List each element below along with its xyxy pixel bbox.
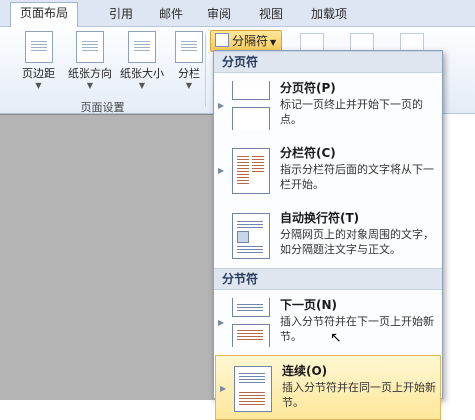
menu-item-desc: 标记一页终止并开始下一页的点。 (280, 98, 423, 126)
menu-item-title: 分页符(P) (280, 81, 336, 95)
tab-page-layout[interactable]: 页面布局 (10, 2, 79, 27)
menu-item-text-wrapping-break[interactable]: 自动换行符(T) 分隔网页上的对象周围的文字，如分隔题注文字与正文。 (214, 203, 442, 268)
columns-icon (175, 31, 203, 63)
menu-item-desc: 插入分节符并在下一页上开始新节。 (280, 315, 434, 343)
document-area (0, 115, 215, 400)
menu-item-column-break[interactable]: ▶ 分栏符(C) 指示分栏符后面的文字将从下一栏开始。 (214, 138, 442, 203)
chevron-down-icon: ▼ (270, 38, 277, 47)
breaks-button[interactable]: 分隔符 ▼ (210, 30, 282, 52)
chevron-down-icon: ▼ (86, 81, 94, 90)
menu-item-title: 下一页(N) (280, 298, 338, 312)
column-break-icon (226, 146, 274, 194)
menu-item-next-page[interactable]: ▶ 下一页(N) 插入分节符并在下一页上开始新节。 (214, 290, 442, 355)
next-page-break-icon (226, 298, 274, 347)
page-size-label: 纸张大小 (120, 67, 164, 80)
menu-item-desc: 分隔网页上的对象周围的文字，如分隔题注文字与正文。 (280, 228, 434, 256)
menu-item-title: 自动换行符(T) (280, 211, 360, 225)
menu-item-continuous[interactable]: ▶ 连续(O) 插入分节符并在同一页上开始新节。 (215, 355, 441, 420)
columns-button[interactable]: 分栏 ▼ (175, 31, 203, 90)
orientation-button[interactable]: 纸张方向 ▼ (68, 31, 112, 90)
mouse-cursor-icon: ↖ (330, 330, 342, 346)
menu-item-desc: 插入分节符并在同一页上开始新节。 (282, 381, 436, 409)
tab-references[interactable]: 引用 (100, 4, 142, 26)
breaks-dropdown-menu: 分页符 ▶ 分页符(P) 标记一页终止并开始下一页的点。 ▶ 分栏符(C) 指示… (213, 50, 443, 420)
breaks-label: 分隔符 (232, 34, 269, 48)
triangle-right-icon: ▶ (218, 101, 225, 110)
tab-addins[interactable]: 加载项 (302, 4, 356, 26)
chevron-down-icon: ▼ (185, 81, 193, 90)
margins-icon (24, 31, 53, 63)
menu-item-page-break[interactable]: ▶ 分页符(P) 标记一页终止并开始下一页的点。 (214, 73, 442, 138)
chevron-down-icon: ▼ (138, 81, 146, 90)
orientation-icon (76, 31, 104, 63)
triangle-right-icon: ▶ (220, 384, 227, 393)
page-size-icon (128, 31, 156, 63)
page-setup-group-label: 页面设置 (80, 101, 125, 114)
continuous-break-icon (228, 364, 276, 412)
menu-item-title: 分栏符(C) (280, 146, 336, 160)
orientation-label: 纸张方向 (68, 67, 112, 80)
tab-view[interactable]: 视图 (250, 4, 292, 26)
margins-button[interactable]: 页边距 ▼ (22, 31, 55, 90)
breaks-icon (215, 33, 229, 47)
tab-review[interactable]: 审阅 (198, 4, 240, 26)
text-wrapping-break-icon (226, 211, 274, 259)
ribbon-tab-bar: 页面布局 引用 邮件 审阅 视图 加载项 (0, 0, 475, 27)
triangle-right-icon: ▶ (218, 318, 225, 327)
page-break-icon (226, 81, 274, 130)
section-page-breaks-header: 分页符 (214, 51, 442, 73)
columns-label: 分栏 (178, 67, 200, 80)
triangle-right-icon: ▶ (218, 166, 225, 175)
page-size-button[interactable]: 纸张大小 ▼ (120, 31, 164, 90)
group-divider (205, 33, 206, 107)
tab-mailings[interactable]: 邮件 (150, 4, 192, 26)
section-section-breaks-header: 分节符 (214, 268, 442, 290)
menu-item-desc: 指示分栏符后面的文字将从下一栏开始。 (280, 163, 434, 191)
chevron-down-icon: ▼ (35, 81, 42, 90)
menu-item-title: 连续(O) (282, 364, 328, 378)
margins-label: 页边距 (22, 67, 55, 80)
